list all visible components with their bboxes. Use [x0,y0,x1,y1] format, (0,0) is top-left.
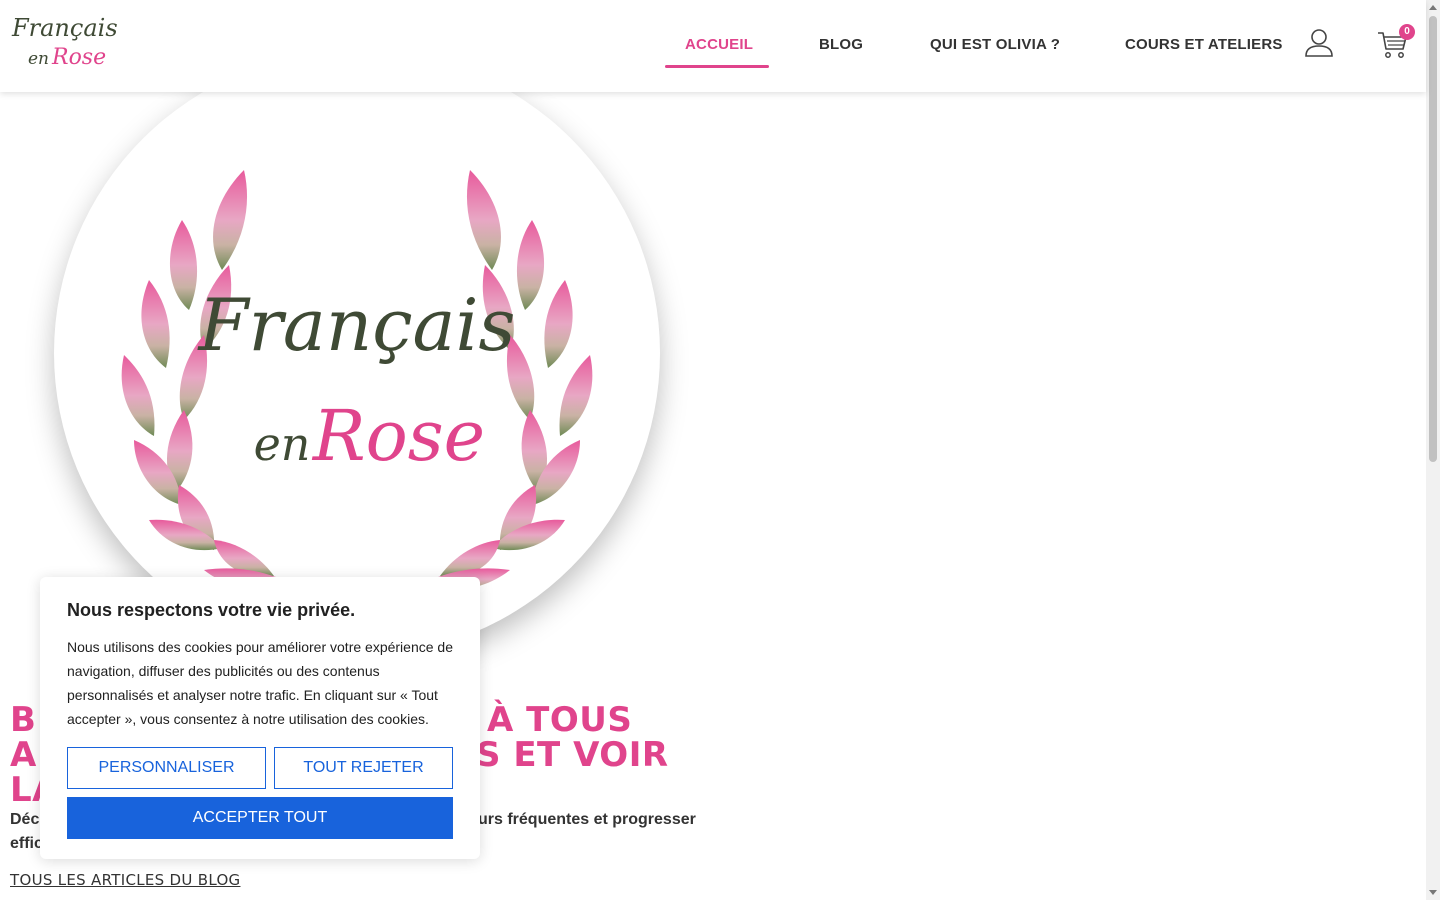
hero-logo-rose: Rose [311,395,485,477]
site-header: Français en Rose ACCUEIL BLOG QUI EST OL… [0,0,1426,92]
nav-accueil[interactable]: ACCUEIL [685,36,753,56]
cookie-reject-all-button[interactable]: TOUT REJETER [274,747,453,789]
hero-logo-circle: Français en Rose [54,50,660,656]
right-laurel-branch [380,170,593,607]
left-laurel-branch [121,170,334,607]
all-blog-articles-link[interactable]: TOUS LES ARTICLES DU BLOG [10,871,240,889]
cookie-customize-button[interactable]: PERSONNALISER [67,747,266,789]
laurel-wreath-logo: Français en Rose [121,170,593,607]
logo-text-rose: Rose [51,45,106,70]
logo-text-en: en [28,49,49,69]
scrollbar-thumb[interactable] [1429,16,1437,462]
site-logo[interactable]: Français en Rose [10,8,128,70]
page-scrollbar[interactable] [1426,0,1440,900]
hero-title-line2-start: A [10,735,37,775]
cookie-consent-banner: Nous respectons votre vie privée. Nous u… [40,577,480,859]
scroll-down-arrow-icon[interactable] [1429,890,1437,895]
cookie-title: Nous respectons votre vie privée. [67,600,356,620]
nav-qui-est-olivia[interactable]: QUI EST OLIVIA ? [930,36,1060,56]
hero-intro-line1-end: urs fréquentes et progresser [478,811,696,828]
hero-logo-francais: Français [197,283,516,367]
hero-title-line2-end: S ET VOIR [476,735,669,775]
cookie-description: Nous utilisons des cookies pour améliore… [67,639,453,727]
user-icon[interactable] [1303,26,1335,58]
hero-logo-en: en [254,417,311,471]
nav-active-underline [665,65,769,68]
nav-blog[interactable]: BLOG [819,36,863,56]
hero-intro-line2-start: effic [10,835,43,852]
cookie-accept-all-button[interactable]: ACCEPTER TOUT [67,797,453,839]
hero-title-line1-end: À TOUS [487,700,633,740]
scroll-up-arrow-icon[interactable] [1429,5,1437,10]
logo-text-francais: Français [11,14,118,42]
cart-count-badge: 0 [1399,24,1415,40]
nav-cours-ateliers[interactable]: COURS ET ATELIERS [1125,36,1283,56]
hero-title-line1-start: B [10,700,37,740]
